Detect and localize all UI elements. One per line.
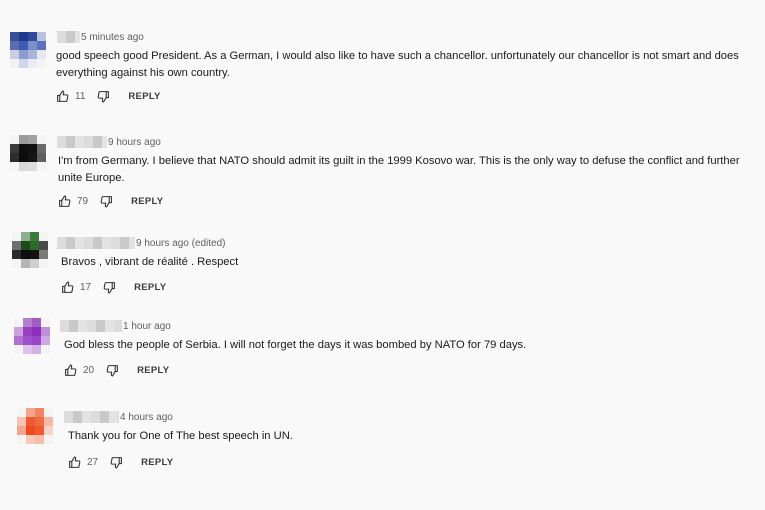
like-count: 20 (83, 365, 95, 376)
comment-actions: 79 REPLY (58, 195, 163, 208)
avatar[interactable] (17, 408, 53, 444)
comment-actions: 27 REPLY (68, 456, 173, 469)
thumbs-down-icon[interactable] (106, 364, 119, 377)
comment-time[interactable]: 5 minutes ago (81, 32, 144, 43)
thumbs-up-icon[interactable] (68, 456, 81, 469)
comment-text: good speech good President. As a German,… (56, 50, 739, 79)
comment-text: Thank you for One of The best speech in … (68, 430, 293, 442)
author-name-blurred[interactable] (57, 136, 107, 148)
avatar[interactable] (14, 318, 50, 354)
thumbs-up-icon[interactable] (56, 90, 69, 103)
comment-time[interactable]: 9 hours ago (108, 137, 161, 148)
thumbs-down-icon[interactable] (103, 281, 116, 294)
comment-time[interactable]: 4 hours ago (120, 412, 173, 423)
comment-header: 9 hours ago (57, 136, 161, 148)
like-count: 79 (77, 196, 89, 207)
thumbs-down-icon[interactable] (97, 90, 110, 103)
reply-button[interactable]: REPLY (137, 365, 169, 376)
avatar[interactable] (12, 232, 48, 268)
comment-actions: 20 REPLY (64, 364, 169, 377)
thumbs-up-icon[interactable] (64, 364, 77, 377)
comment-actions: 17 REPLY (61, 281, 166, 294)
comment-text: God bless the people of Serbia. I will n… (64, 339, 527, 351)
comment-header: 1 hour ago (60, 320, 171, 332)
like-count: 11 (75, 91, 86, 102)
comment-header: 9 hours ago (edited) (57, 237, 226, 249)
comment-header: 5 minutes ago (57, 31, 144, 43)
comment-header: 4 hours ago (64, 411, 173, 423)
comment-text: I'm from Germany. I believe that NATO sh… (58, 155, 740, 184)
comment-time[interactable]: 9 hours ago (edited) (136, 238, 226, 249)
reply-button[interactable]: REPLY (131, 196, 163, 207)
like-count: 17 (80, 282, 92, 293)
thumbs-up-icon[interactable] (58, 195, 71, 208)
author-name-blurred[interactable] (60, 320, 122, 332)
author-name-blurred[interactable] (64, 411, 119, 423)
thumbs-down-icon[interactable] (110, 456, 123, 469)
author-name-blurred[interactable] (57, 237, 135, 249)
reply-button[interactable]: REPLY (141, 457, 173, 468)
thumbs-up-icon[interactable] (61, 281, 74, 294)
avatar[interactable] (10, 32, 46, 68)
reply-button[interactable]: REPLY (128, 91, 160, 102)
reply-button[interactable]: REPLY (134, 282, 166, 293)
like-count: 27 (87, 457, 99, 468)
author-name-blurred[interactable] (57, 31, 80, 43)
avatar[interactable] (10, 135, 46, 171)
comment-time[interactable]: 1 hour ago (123, 321, 171, 332)
thumbs-down-icon[interactable] (100, 195, 113, 208)
comment-actions: 11 REPLY (56, 90, 161, 103)
comment-text: Bravos , vibrant de réalité . Respect (61, 256, 239, 268)
